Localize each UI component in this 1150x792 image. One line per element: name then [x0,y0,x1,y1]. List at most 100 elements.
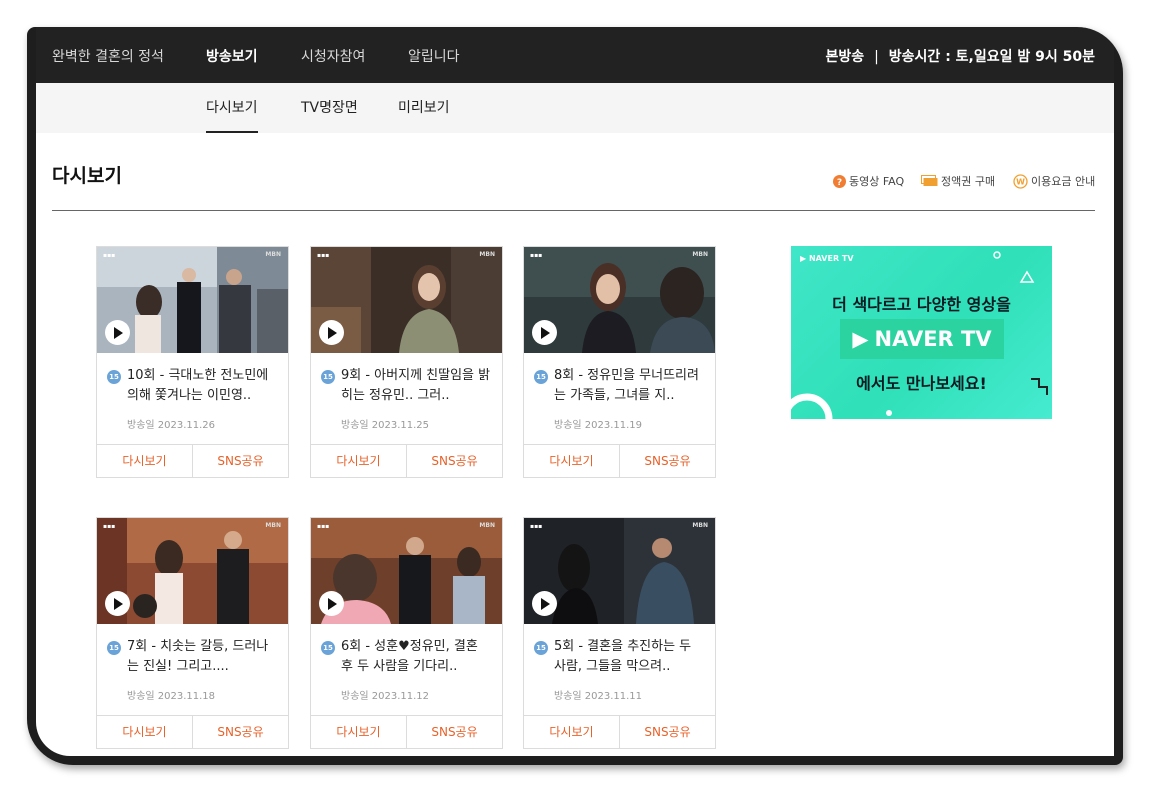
drama-logo: ▪▪▪ [103,523,116,530]
sns-share-button[interactable]: SNS공유 [192,716,288,748]
sns-share-button[interactable]: SNS공유 [619,445,715,477]
episode-date: 방송일 2023.11.12 [341,691,430,702]
ticket-icon [921,175,938,187]
broadcast-info: 본방송 | 방송시간 : 토,일요일 밤 9시 50분 [825,27,1095,83]
play-icon[interactable] [532,320,557,345]
screen: 완벽한 결혼의 정석 방송보기 시청자참여 알립니다 본방송 | 방송시간 : 토,… [36,27,1114,756]
watch-button[interactable]: 다시보기 [524,445,619,477]
nav-item-home[interactable]: 완벽한 결혼의 정석 [52,27,164,83]
play-icon[interactable] [319,591,344,616]
channel-badge: MBN [692,251,708,258]
episode-title[interactable]: 10회 - 극대노한 전노민에 의해 쫓겨나는 이민영.. [127,366,277,406]
svg-text:W: W [1016,177,1025,186]
episode-actions: 다시보기 SNS공유 [97,444,288,477]
drama-logo: ▪▪▪ [317,523,330,530]
episode-actions: 다시보기 SNS공유 [311,444,502,477]
ad-headline: 더 색다르고 다양한 영상을 [832,295,1011,314]
play-icon[interactable] [105,591,130,616]
sns-share-button[interactable]: SNS공유 [406,716,502,748]
episode-date: 방송일 2023.11.19 [554,420,643,431]
nav-item-notice[interactable]: 알립니다 [408,27,460,83]
channel-badge: MBN [265,522,281,529]
episode-title[interactable]: 5회 - 결혼을 추진하는 두 사람, 그들을 막으려.. [554,637,704,677]
drama-logo: ▪▪▪ [530,252,543,259]
age-rating-badge: 15 [107,641,121,655]
watch-button[interactable]: 다시보기 [97,445,192,477]
channel-badge: MBN [479,251,495,258]
pricing-link[interactable]: W 이용요금 안내 [1013,173,1095,189]
episode-date: 방송일 2023.11.11 [554,691,643,702]
age-rating-badge: 15 [321,370,335,384]
channel-badge: MBN [265,251,281,258]
ticket-purchase-label: 정액권 구매 [941,175,996,188]
age-rating-badge: 15 [534,641,548,655]
age-rating-badge: 15 [107,370,121,384]
naver-tv-ad-banner[interactable]: ▶ NAVER TV 더 색다르고 다양한 영상을 ▶ NAVER TV 에서도 … [791,246,1052,419]
ad-brand-text: NAVER TV [874,327,992,351]
nav-item-viewers[interactable]: 시청자참여 [301,27,365,83]
episode-card: ▪▪▪ MBN 15 9회 - 아버지께 친딸임을 밝히는 정유민.. 그러..… [310,246,503,478]
drama-logo: ▪▪▪ [317,252,330,259]
episode-actions: 다시보기 SNS공유 [311,715,502,748]
device-frame: 완벽한 결혼의 정석 방송보기 시청자참여 알립니다 본방송 | 방송시간 : 토,… [27,27,1123,765]
ticket-purchase-link[interactable]: 정액권 구매 [921,173,995,189]
play-icon[interactable] [319,320,344,345]
ad-top-label: ▶ NAVER TV [800,254,854,263]
broadcast-separator: | [874,49,879,65]
episode-date: 방송일 2023.11.25 [341,420,430,431]
sub-nav: 다시보기 TV명장면 미리보기 [36,83,1114,133]
channel-badge: MBN [479,522,495,529]
drama-logo: ▪▪▪ [530,523,543,530]
episode-thumbnail[interactable]: ▪▪▪ MBN [97,247,288,353]
episode-title[interactable]: 8회 - 정유민을 무너뜨리려는 가족들, 그녀를 지.. [554,366,704,406]
sns-share-button[interactable]: SNS공유 [192,445,288,477]
watch-button[interactable]: 다시보기 [97,716,192,748]
pricing-label: 이용요금 안내 [1031,175,1096,188]
sns-share-button[interactable]: SNS공유 [406,445,502,477]
episode-date: 방송일 2023.11.18 [127,691,216,702]
naver-tv-logo-icon: ▶ [852,327,869,351]
episode-actions: 다시보기 SNS공유 [524,715,715,748]
broadcast-time: 방송시간 : 토,일요일 밤 9시 50분 [888,49,1095,65]
page-title: 다시보기 [52,165,122,187]
age-rating-badge: 15 [321,641,335,655]
tab-replay[interactable]: 다시보기 [206,83,258,133]
faq-label: 동영상 FAQ [849,175,905,188]
episode-title[interactable]: 6회 - 성훈♥정유민, 결혼 후 두 사람을 기다리.. [341,637,491,677]
episode-actions: 다시보기 SNS공유 [524,444,715,477]
channel-badge: MBN [692,522,708,529]
drama-logo: ▪▪▪ [103,252,116,259]
watch-button[interactable]: 다시보기 [311,445,406,477]
episode-title[interactable]: 7회 - 치솟는 갈등, 드러나는 진실! 그리고.... [127,637,277,677]
episode-card: ▪▪▪ MBN 15 7회 - 치솟는 갈등, 드러나는 진실! 그리고....… [96,517,289,749]
faq-link[interactable]: ? 동영상 FAQ [833,173,904,189]
play-icon[interactable] [532,591,557,616]
episode-title[interactable]: 9회 - 아버지께 친딸임을 밝히는 정유민.. 그러.. [341,366,491,406]
tab-tv-highlights[interactable]: TV명장면 [301,83,358,133]
ad-top-text: NAVER TV [808,254,854,263]
won-coin-icon: W [1013,173,1028,189]
episode-thumbnail[interactable]: ▪▪▪ MBN [524,247,715,353]
episode-thumbnail[interactable]: ▪▪▪ MBN [311,247,502,353]
play-icon[interactable] [105,320,130,345]
episode-thumbnail[interactable]: ▪▪▪ MBN [97,518,288,624]
episode-thumbnail[interactable]: ▪▪▪ MBN [524,518,715,624]
title-divider [52,210,1095,211]
watch-button[interactable]: 다시보기 [524,716,619,748]
episode-thumbnail[interactable]: ▪▪▪ MBN [311,518,502,624]
ad-subline: 에서도 만나보세요! [856,374,987,393]
nav-item-broadcast[interactable]: 방송보기 [206,27,258,83]
episode-actions: 다시보기 SNS공유 [97,715,288,748]
age-rating-badge: 15 [534,370,548,384]
question-icon: ? [833,174,846,188]
episode-card: ▪▪▪ MBN 15 10회 - 극대노한 전노민에 의해 쫓겨나는 이민영..… [96,246,289,478]
ad-brand-box: ▶ NAVER TV [840,319,1004,359]
naver-tv-play-icon: ▶ [800,254,809,263]
episode-card: ▪▪▪ MBN 15 8회 - 정유민을 무너뜨리려는 가족들, 그녀를 지..… [523,246,716,478]
watch-button[interactable]: 다시보기 [311,716,406,748]
broadcast-label: 본방송 [825,49,865,65]
episode-card: ▪▪▪ MBN 15 6회 - 성훈♥정유민, 결혼 후 두 사람을 기다리..… [310,517,503,749]
top-nav-bar: 완벽한 결혼의 정석 방송보기 시청자참여 알립니다 본방송 | 방송시간 : 토,… [36,27,1114,83]
sns-share-button[interactable]: SNS공유 [619,716,715,748]
tab-preview[interactable]: 미리보기 [398,83,450,133]
